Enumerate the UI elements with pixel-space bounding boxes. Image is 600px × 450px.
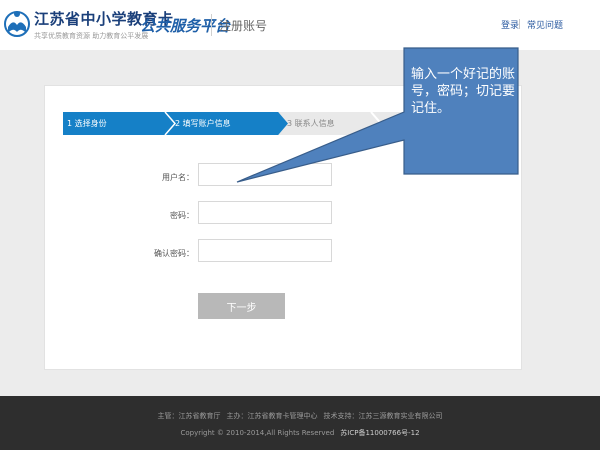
page-title: 注册账号 (219, 19, 268, 33)
step-separator-icon (164, 112, 176, 135)
password-label: 密码： (170, 211, 194, 220)
step-separator-icon (370, 112, 383, 135)
link-separator (519, 19, 520, 29)
header-divider (211, 14, 212, 36)
site-header: 江苏省中小学教育卡 共享优质教育资源 助力教育公平发展 公共服务平台 注册账号 … (0, 0, 600, 50)
brand-platform: 公共服务平台 (140, 17, 231, 35)
education-card-logo-icon (4, 11, 30, 37)
footer-credits: 主管：江苏省教育厅 主办：江苏省教育卡管理中心 技术支持：江苏三源教育实业有限公司 (0, 411, 600, 421)
step-contact-info: 3 联系人信息 (287, 119, 335, 128)
confirm-password-label: 确认密码： (154, 249, 194, 258)
brand-slogan: 共享优质教育资源 助力教育公平发展 (34, 32, 149, 40)
footer-icp: 苏ICP备11000766号-12 (340, 429, 420, 437)
username-input[interactable] (198, 163, 332, 186)
login-link[interactable]: 登录 (501, 18, 519, 31)
footer-support: 技术支持：江苏三源教育实业有限公司 (323, 412, 443, 420)
step-select-identity: 1 选择身份 (63, 112, 177, 135)
site-footer: 主管：江苏省教育厅 主办：江苏省教育卡管理中心 技术支持：江苏三源教育实业有限公司 … (0, 396, 600, 450)
footer-host: 主办：江苏省教育卡管理中心 (226, 412, 318, 420)
footer-copyright-line: Copyright © 2010-2014,All Rights Reserve… (0, 428, 600, 438)
confirm-password-input[interactable] (198, 239, 332, 262)
footer-sponsor: 主管：江苏省教育厅 (157, 412, 221, 420)
faq-link[interactable]: 常见问题 (527, 18, 563, 31)
step-account-info: 2 填写账户信息 (165, 112, 288, 135)
footer-copyright: Copyright © 2010-2014,All Rights Reserve… (180, 429, 335, 437)
username-label: 用户名： (162, 173, 194, 182)
next-step-button[interactable]: 下一步 (198, 293, 285, 319)
registration-card: 1 选择身份 2 填写账户信息 3 联系人信息 4 用户名： 密码： 确认密码：… (44, 85, 522, 370)
password-input[interactable] (198, 201, 332, 224)
callout-text: 输入一个好记的账号，密码；切记要记住。 (411, 67, 516, 116)
